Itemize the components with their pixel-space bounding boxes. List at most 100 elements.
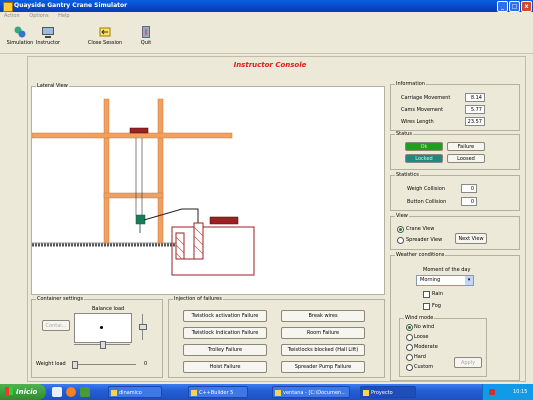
taskbar: Inicio dinamico C++Builder 5 ventana - [… [0,384,533,400]
hoist-failure-button[interactable]: Hoist Failure [183,361,267,373]
folder-icon [111,390,117,396]
container-settings-group: Container settings Contai... Balance loa… [31,296,163,378]
twistlock-activation-failure-button[interactable]: Twistlock activation Failure [183,310,267,322]
windows-logo-icon [5,387,13,395]
clock: 10:15 [513,389,528,395]
fog-label: Fog [432,303,441,309]
task-cpp-builder[interactable]: C++Builder 5 [188,386,248,398]
wind-moderate-radio[interactable] [406,344,413,351]
twistlock-indication-failure-button[interactable]: Twistlock Indication Failure [183,327,267,339]
balance-load-pad[interactable] [74,313,132,343]
instructor-button[interactable]: Instructor [28,23,68,52]
task-dinamico[interactable]: dinamico [108,386,162,398]
task-proyecto-label: Proyecto [371,390,393,396]
wind-no-wind-radio[interactable] [406,324,413,331]
statistics-label: Statistics [395,172,420,178]
app-icon [3,2,13,12]
break-wires-button[interactable]: Break wires [281,310,365,322]
minimize-button[interactable]: _ [497,1,508,12]
wind-loose-label: Loose [414,334,429,340]
balance-vertical-thumb[interactable] [139,324,147,330]
moment-of-day-select[interactable]: Morning ▾ [416,275,474,286]
instructor-label: Instructor [35,40,61,46]
statistics-group: Statistics Weigh Collision 0 Button Coll… [390,172,520,211]
trolley [129,127,149,134]
wind-hard-radio[interactable] [406,354,413,361]
carriage-movement-value: 8.14 [465,93,485,102]
status-loosed-indicator: Loosed [447,154,485,163]
rain-label: Rain [432,291,443,297]
information-group: Information Carriage Movement 8.14 Cams … [390,81,520,131]
weight-load-slider[interactable] [72,364,136,365]
balance-horizontal-thumb[interactable] [100,341,106,349]
close-session-label: Close Session [87,40,123,46]
injection-group: Injection of failures Twistlock activati… [168,296,385,378]
start-button[interactable]: Inicio [0,384,46,400]
cams-movement-value: 5.77 [465,105,485,114]
spreader-view-radio[interactable] [397,237,404,244]
crane-view-radio[interactable] [397,226,404,233]
crane-view-label: Crane View [406,226,435,232]
lateral-view-group: Lateral View [31,83,385,295]
tray-icon[interactable] [489,389,495,395]
wind-moderate-label: Moderate [414,344,438,350]
wires-length-label: Wires Length [401,119,434,125]
cams-movement-label: Cams Movement [401,107,444,113]
quit-button[interactable]: Quit [126,23,166,52]
container-settings-label: Container settings [36,296,84,302]
close-button[interactable]: x [521,1,532,12]
quit-icon [142,26,150,38]
wind-loose-radio[interactable] [406,334,413,341]
button-collision-label: Button Collision [407,199,447,205]
window-icon [275,390,281,396]
fog-checkbox[interactable] [423,303,430,310]
weather-label: Weather conditions [395,252,446,258]
wind-hard-label: Hard [414,354,426,360]
app-icon [363,390,369,396]
balance-load-label: Balance load [92,306,125,312]
balance-point [100,326,103,329]
system-tray: 10:15 [482,384,533,400]
next-view-button[interactable]: Next View [455,233,487,244]
wind-mode-group: Wind mode No wind Loose Moderate Hard Cu… [399,315,487,377]
wind-custom-label: Custom [414,364,434,370]
close-session-button[interactable]: Close Session [85,23,125,52]
browser-icon[interactable] [66,387,76,397]
status-group: Status Ok Failure Locked Loosed [390,131,520,170]
rain-checkbox[interactable] [423,291,430,298]
maximize-button[interactable]: □ [509,1,520,12]
task-cpp-builder-label: C++Builder 5 [199,390,234,396]
apply-button[interactable]: Apply [454,357,482,368]
room-failure-button[interactable]: Room Failure [281,327,365,339]
desktop-icon[interactable] [52,387,62,397]
menu-options[interactable]: Options [29,13,48,19]
task-ventana[interactable]: ventana - [C:\Documen... [272,386,350,398]
weight-load-thumb[interactable] [72,361,78,369]
close-session-icon [99,27,111,37]
status-ok-indicator: Ok [405,142,443,151]
button-collision-value: 0 [461,197,477,206]
weather-group: Weather conditions Moment of the day Mor… [390,252,520,381]
task-dinamico-label: dinamico [119,390,142,396]
container-button[interactable]: Contai... [42,320,70,331]
wind-custom-radio[interactable] [406,364,413,371]
carriage-movement-label: Carriage Movement [401,95,451,101]
simulation-icon [14,26,26,38]
view-label: View [395,213,409,219]
load-container [209,216,239,225]
media-icon[interactable] [80,387,90,397]
menu-help[interactable]: Help [58,13,69,19]
chevron-down-icon[interactable]: ▾ [465,276,473,285]
trolley-failure-button[interactable]: Trolley Failure [183,344,267,356]
quit-label: Quit [140,40,152,46]
spreader-pump-failure-button[interactable]: Spreader Pump Failure [281,361,365,373]
task-proyecto[interactable]: Proyecto [360,386,416,398]
spreader-view-label: Spreader View [406,237,443,243]
twistlocks-blocked-button[interactable]: Twistlocks blocked (Hall Lift) [281,344,365,356]
menu-action[interactable]: Action [4,13,20,19]
crane-canvas [32,87,384,294]
weigh-collision-label: Weigh Collision [407,186,445,192]
wind-mode-label: Wind mode [404,315,435,321]
title-bar: Quayside Gantry Crane Simulator _ □ x [0,0,533,12]
information-label: Information [395,81,426,87]
